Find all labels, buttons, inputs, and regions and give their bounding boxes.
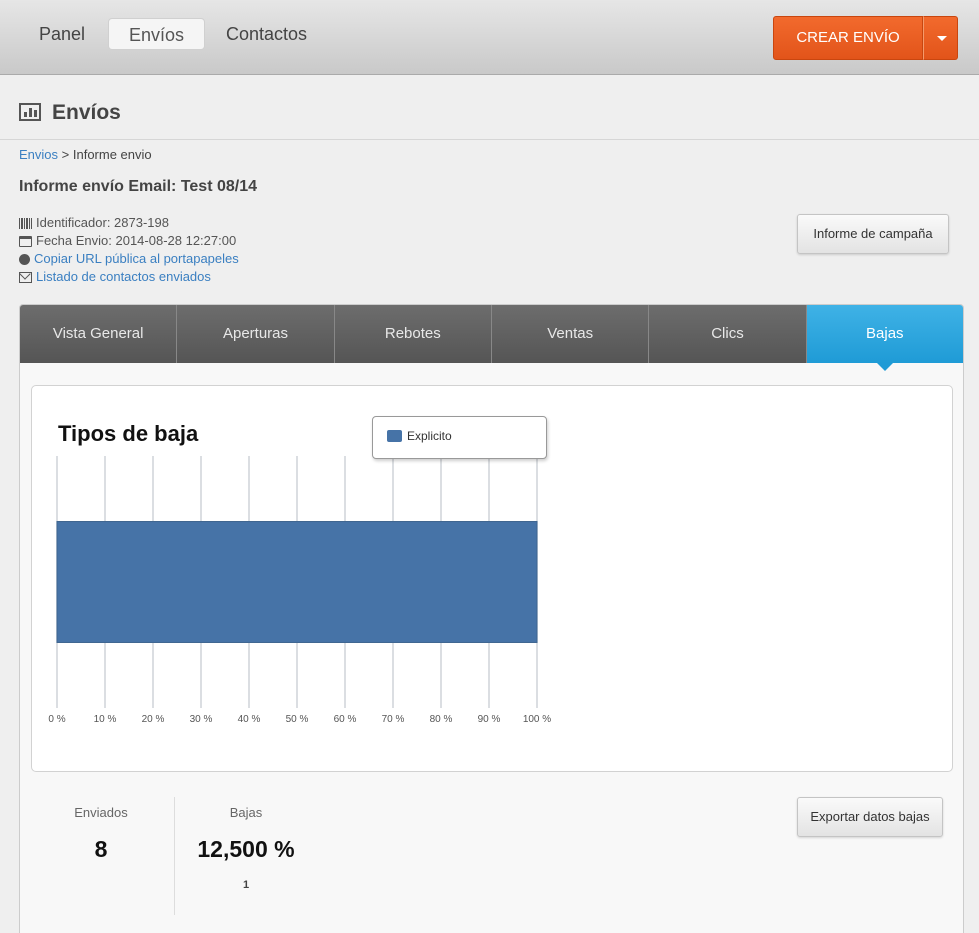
legend-swatch — [387, 430, 402, 442]
top-navbar: Panel Envíos Contactos CREAR ENVÍO — [0, 0, 979, 75]
legend-label-explicito: Explicito — [407, 429, 452, 443]
report-tabs: Vista General Aperturas Rebotes Ventas C… — [20, 305, 963, 371]
unsubscribe-rate: 12,500 % — [197, 836, 295, 862]
sent-contacts-link[interactable]: Listado de contactos enviados — [36, 268, 211, 286]
x-tick-label-2: 20 % — [142, 714, 165, 725]
nav-panel[interactable]: Panel — [19, 18, 105, 50]
report-meta: Identificador: 2873-198 Fecha Envio: 201… — [19, 214, 239, 286]
globe-icon — [19, 253, 30, 265]
x-tick-label-4: 40 % — [238, 714, 261, 725]
tab-bajas[interactable]: Bajas — [806, 305, 963, 371]
envelope-icon — [19, 271, 32, 283]
breadcrumb: Envios > Informe envio — [19, 147, 152, 162]
x-tick-label-8: 80 % — [430, 714, 453, 725]
page-title: Envíos — [52, 101, 121, 124]
create-send-dropdown-toggle[interactable] — [923, 16, 958, 60]
tab-clics[interactable]: Clics — [649, 305, 807, 363]
barcode-icon — [19, 217, 32, 229]
export-unsubscribes-button[interactable]: Exportar datos bajas — [797, 797, 943, 837]
x-tick-label-5: 50 % — [286, 714, 309, 725]
nav-envios[interactable]: Envíos — [108, 18, 206, 50]
report-tabs-panel: Vista General Aperturas Rebotes Ventas C… — [19, 304, 964, 933]
x-tick-label-1: 10 % — [94, 714, 117, 725]
breadcrumb-current: Informe envio — [72, 147, 152, 162]
tab-vista-general[interactable]: Vista General — [20, 305, 178, 363]
x-tick-label-0: 0 % — [48, 714, 65, 725]
unsubscribe-label: Bajas — [229, 805, 263, 820]
create-send-button[interactable]: CREAR ENVÍO — [773, 16, 923, 60]
x-tick-label-3: 30 % — [190, 714, 213, 725]
breadcrumb-separator: > — [58, 147, 73, 162]
tab-ventas[interactable]: Ventas — [491, 305, 650, 363]
page-header: Envíos — [0, 75, 979, 140]
bar-explicito — [56, 521, 538, 643]
bar-chart-icon — [19, 103, 41, 121]
x-tick-label-9: 90 % — [478, 714, 501, 725]
tab-aperturas[interactable]: Aperturas — [177, 305, 335, 363]
chart-card: 0 % 10 % 20 % 30 % 40 % 50 % 60 % 70 % 80 % 90 % 1… — [31, 385, 953, 772]
calendar-icon — [19, 235, 32, 247]
report-title: Informe envío Email: Test 08/14 — [19, 178, 258, 195]
x-tick-label-7: 70 % — [382, 714, 405, 725]
stat-divider — [174, 797, 175, 915]
unsubscribe-stats: Enviados 8 Bajas 12,500 % 1 Exportar dat… — [20, 795, 963, 933]
campaign-report-button[interactable]: Informe de campaña — [797, 214, 949, 254]
chart-legend[interactable]: Explicito — [372, 416, 547, 459]
x-tick-label-6: 60 % — [334, 714, 357, 725]
identifier-text: Identificador: 2873-198 — [36, 215, 169, 230]
tab-rebotes[interactable]: Rebotes — [334, 305, 492, 363]
chart-title: Tipos de baja — [58, 421, 199, 446]
copy-public-url-link[interactable]: Copiar URL pública al portapapeles — [34, 250, 239, 268]
sent-value: 8 — [94, 836, 108, 862]
unsubscribe-count: 1 — [242, 879, 250, 891]
x-tick-label-10: 100 % — [523, 714, 551, 725]
nav-contactos[interactable]: Contactos — [206, 18, 327, 50]
breadcrumb-link-envios[interactable]: Envios — [19, 147, 58, 162]
send-date-text: Fecha Envio: 2014-08-28 12:27:00 — [36, 233, 237, 248]
sent-label: Enviados — [74, 805, 128, 820]
